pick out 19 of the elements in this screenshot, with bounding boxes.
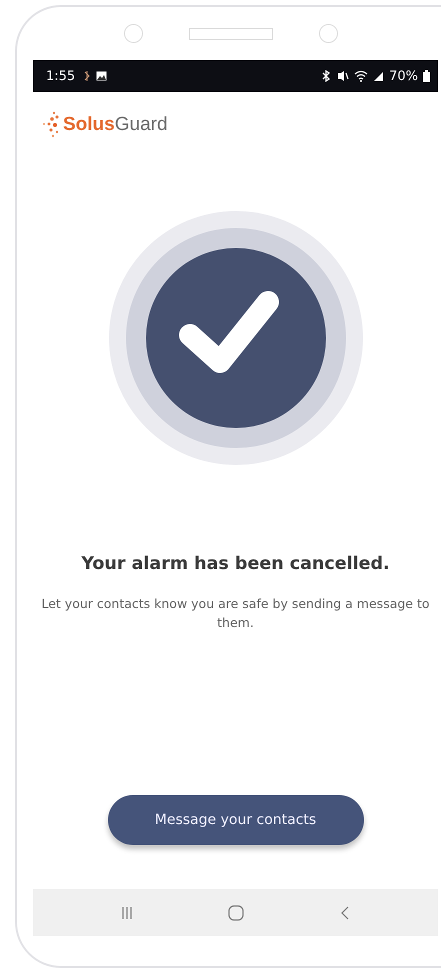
signal-icon — [373, 70, 384, 82]
status-time: 1:55 — [46, 68, 76, 84]
confirmation-message: Let your contacts know you are safe by sending a message to them. — [40, 595, 431, 632]
back-icon[interactable] — [340, 906, 350, 920]
checkmark-icon — [108, 210, 364, 466]
recent-apps-icon[interactable] — [120, 906, 133, 920]
bluetooth-icon — [320, 70, 332, 82]
confirmation-title: Your alarm has been cancelled. — [80, 554, 391, 574]
notification-icon — [83, 71, 92, 81]
wifi-icon — [354, 70, 368, 82]
mute-icon — [337, 70, 350, 82]
camera-icon — [318, 24, 338, 43]
message-contacts-button[interactable]: Message your contacts — [108, 795, 364, 845]
image-icon — [96, 71, 108, 81]
battery-icon — [423, 70, 430, 82]
battery-level: 70% — [389, 68, 418, 84]
sensor-icon — [124, 24, 142, 43]
home-icon[interactable] — [228, 904, 244, 920]
logo-text: SolusGuard — [63, 114, 168, 136]
